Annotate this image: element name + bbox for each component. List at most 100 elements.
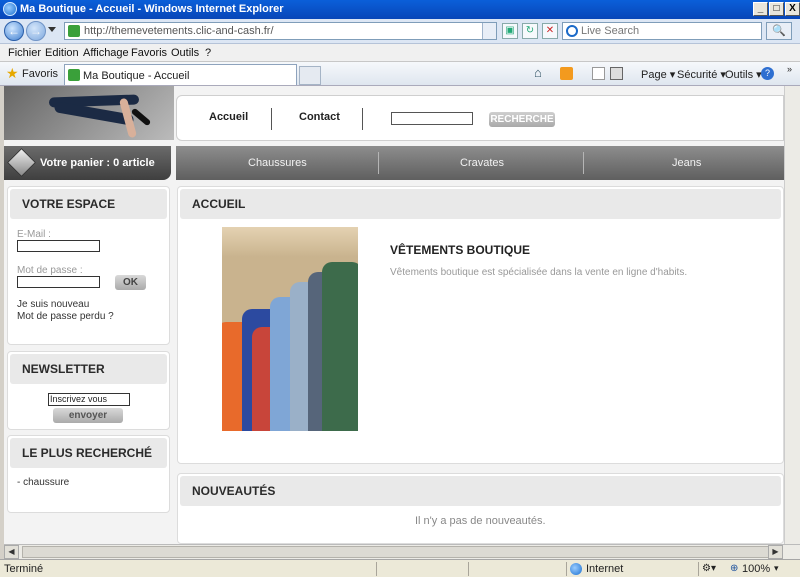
site-search-input[interactable]: [391, 112, 473, 125]
home-icon[interactable]: ⌂: [534, 65, 547, 80]
address-dropdown-icon[interactable]: [482, 23, 496, 39]
lost-password-link[interactable]: Mot de passe perdu ?: [17, 311, 114, 322]
compatibility-view-icon[interactable]: ▣: [502, 23, 518, 39]
password-label: Mot de passe :: [17, 265, 83, 276]
history-dropdown-icon[interactable]: [48, 27, 56, 32]
address-url[interactable]: http://themevetements.clic-and-cash.fr/: [84, 25, 274, 37]
status-text: Terminé: [4, 563, 44, 575]
status-divider: [468, 562, 469, 576]
nav-divider: [271, 108, 272, 130]
status-divider: [566, 562, 567, 576]
window-title: Ma Boutique - Accueil - Windows Internet…: [20, 3, 284, 15]
site-search-button[interactable]: RECHERCHE: [489, 112, 555, 127]
address-field[interactable]: http://themevetements.clic-and-cash.fr/: [64, 22, 497, 40]
close-button[interactable]: X: [785, 2, 800, 16]
email-field[interactable]: [17, 240, 100, 252]
account-panel-title: VOTRE ESPACE: [22, 197, 116, 211]
page-menu[interactable]: Page ▾: [641, 68, 675, 81]
ie-logo-icon: [3, 2, 17, 16]
live-search-input[interactable]: Live Search: [562, 22, 762, 40]
internet-zone-icon: [570, 563, 582, 575]
site-favicon-icon: [68, 25, 80, 37]
popular-searches-title: LE PLUS RECHERCHÉ: [22, 446, 153, 460]
newsletter-panel-header: NEWSLETTER: [10, 354, 167, 384]
menu-bar: Fichier Edition Affichage Favoris Outils…: [0, 44, 800, 62]
tab-label: Ma Boutique - Accueil: [83, 70, 190, 82]
live-search-placeholder: Live Search: [581, 25, 640, 37]
product-title: VÊTEMENTS BOUTIQUE: [390, 243, 531, 257]
menu-fichier[interactable]: Fichier: [8, 47, 41, 59]
search-go-button[interactable]: 🔍: [766, 22, 792, 40]
tab-favicon-icon: [68, 69, 80, 81]
popular-search-item[interactable]: - chaussure: [17, 477, 69, 488]
favorites-bar: ★ Favoris Ma Boutique - Accueil ⌂ Page ▾…: [0, 62, 800, 86]
browser-tab[interactable]: Ma Boutique - Accueil: [64, 64, 297, 85]
favorites-star-icon[interactable]: ★: [6, 65, 19, 82]
news-empty-message: Il n'y a pas de nouveautés.: [415, 515, 546, 527]
stop-icon[interactable]: ✕: [542, 23, 558, 39]
top-navigation: Accueil Contact RECHERCHE: [176, 95, 784, 141]
refresh-icon[interactable]: ↻: [522, 23, 538, 39]
horizontal-scroll-thumb[interactable]: [22, 546, 772, 558]
tools-menu[interactable]: Outils ▾: [725, 68, 762, 81]
account-panel: VOTRE ESPACE E-Mail : Mot de passe : OK …: [7, 186, 170, 345]
forward-button[interactable]: →: [26, 21, 46, 41]
security-zone: Internet: [586, 563, 624, 575]
print-icon[interactable]: [610, 67, 623, 80]
product-description: Vêtements boutique est spécialisée dans …: [390, 267, 688, 278]
newsletter-send-button[interactable]: envoyer: [53, 408, 123, 423]
menu-outils[interactable]: Outils: [171, 47, 199, 59]
maximize-button[interactable]: □: [769, 2, 784, 16]
nav-accueil[interactable]: Accueil: [209, 111, 248, 123]
account-panel-header: VOTRE ESPACE: [10, 189, 167, 219]
category-cravates[interactable]: Cravates: [460, 157, 504, 169]
category-bar: Chaussures Cravates Jeans: [176, 146, 784, 180]
scroll-left-arrow-icon[interactable]: ◀: [4, 545, 19, 559]
menu-help[interactable]: ?: [205, 47, 211, 59]
category-chaussures[interactable]: Chaussures: [248, 157, 307, 169]
scroll-right-arrow-icon[interactable]: ▶: [768, 545, 783, 559]
home-title: ACCUEIL: [192, 197, 246, 211]
minimize-button[interactable]: _: [753, 2, 768, 16]
nav-divider: [362, 108, 363, 130]
horizontal-scrollbar[interactable]: ◀ ▶: [4, 544, 800, 559]
vertical-scrollbar[interactable]: [784, 86, 800, 544]
cart-summary[interactable]: Votre panier : 0 article: [40, 157, 155, 169]
new-tab-button[interactable]: [299, 66, 321, 85]
cart-bar[interactable]: Votre panier : 0 article: [4, 146, 171, 180]
toolbar-overflow-icon[interactable]: »: [787, 64, 792, 74]
password-field[interactable]: [17, 276, 100, 288]
product-photo-shirts: [222, 227, 358, 431]
news-panel: NOUVEAUTÉS Il n'y a pas de nouveautés.: [177, 473, 784, 544]
cart-box-icon: [7, 148, 36, 177]
banner-image: [4, 86, 174, 140]
back-button[interactable]: ←: [4, 21, 24, 41]
status-bar: Terminé Internet ⚙▾ ⊕ 100% ▾: [0, 559, 800, 577]
web-page: Accueil Contact RECHERCHE Votre panier :…: [4, 86, 784, 544]
zoom-icon[interactable]: ⊕: [730, 563, 738, 574]
live-search-logo-icon: [566, 25, 578, 37]
home-panel-header: ACCUEIL: [180, 189, 781, 219]
help-icon[interactable]: ?: [761, 67, 774, 80]
rss-feed-icon[interactable]: [560, 67, 573, 80]
window-titlebar: Ma Boutique - Accueil - Windows Internet…: [0, 0, 800, 19]
new-user-link[interactable]: Je suis nouveau: [17, 299, 89, 310]
nav-contact[interactable]: Contact: [299, 111, 340, 123]
menu-edition[interactable]: Edition: [45, 47, 79, 59]
newsletter-input[interactable]: Inscrivez vous: [48, 393, 130, 406]
zoom-dropdown-icon[interactable]: ▾: [774, 563, 779, 574]
read-mail-icon[interactable]: [592, 67, 605, 80]
menu-favoris[interactable]: Favoris: [131, 47, 167, 59]
favorites-button[interactable]: Favoris: [22, 68, 58, 80]
newsletter-panel: NEWSLETTER Inscrivez vous envoyer: [7, 351, 170, 430]
zoom-level[interactable]: 100%: [742, 563, 770, 575]
popular-searches-panel: LE PLUS RECHERCHÉ - chaussure: [7, 435, 170, 513]
menu-affichage[interactable]: Affichage: [83, 47, 129, 59]
protected-mode-icon[interactable]: ⚙▾: [702, 563, 716, 574]
news-panel-header: NOUVEAUTÉS: [180, 476, 781, 506]
login-ok-button[interactable]: OK: [115, 275, 146, 290]
category-divider: [583, 152, 584, 174]
category-jeans[interactable]: Jeans: [672, 157, 701, 169]
security-menu[interactable]: Sécurité ▾: [677, 68, 726, 81]
news-title: NOUVEAUTÉS: [192, 484, 276, 498]
